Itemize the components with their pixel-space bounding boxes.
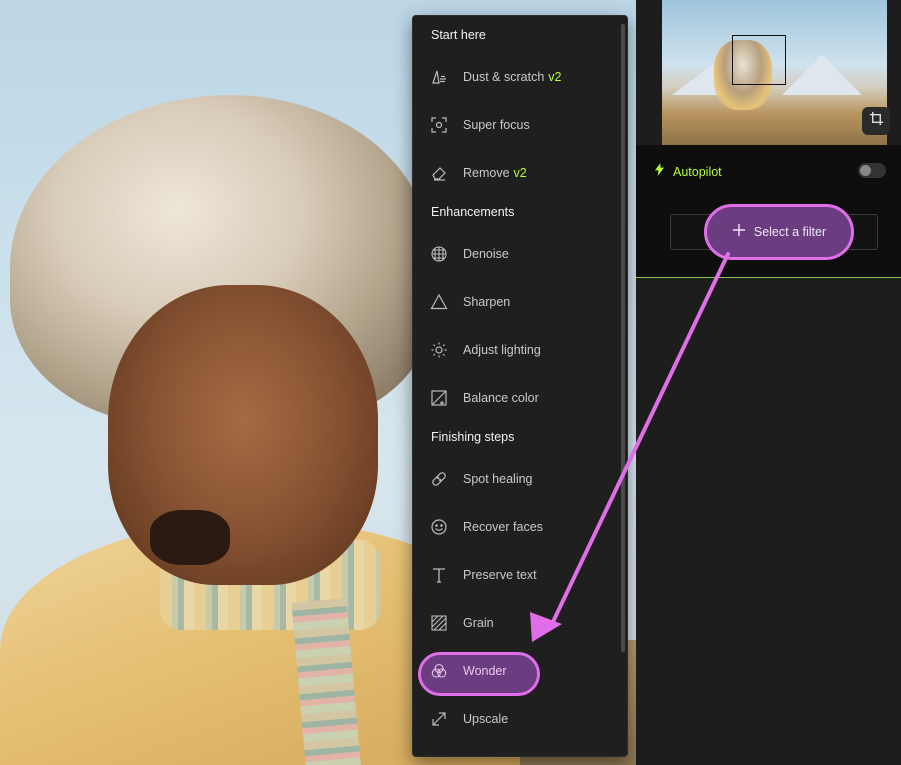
viewport-rectangle[interactable] bbox=[732, 35, 786, 85]
menu-item-wonder[interactable]: Wonder bbox=[413, 651, 619, 691]
section-start-here: Start here bbox=[431, 28, 486, 42]
select-filter-button[interactable]: Select a filter bbox=[704, 204, 854, 260]
text-t-icon bbox=[430, 566, 448, 584]
select-filter-label: Select a filter bbox=[753, 225, 827, 239]
menu-item-label: Remove bbox=[463, 166, 510, 180]
autopilot-label: Autopilot bbox=[673, 165, 722, 179]
smiley-icon bbox=[430, 518, 448, 536]
filter-panel: Autopilot Select a filter bbox=[636, 145, 901, 278]
version-badge: v2 bbox=[548, 70, 562, 84]
toggle-knob bbox=[860, 165, 871, 176]
thumb-mountain bbox=[782, 55, 862, 95]
focus-frame-icon bbox=[430, 116, 448, 134]
menu-item-label: Denoise bbox=[463, 247, 509, 261]
triangle-icon bbox=[430, 293, 448, 311]
dust-scratch-icon bbox=[430, 68, 448, 86]
menu-item-label: Balance color bbox=[463, 391, 539, 405]
right-panel: Autopilot Select a filter bbox=[636, 0, 901, 765]
sun-icon bbox=[430, 341, 448, 359]
menu-item-super-focus[interactable]: Super focus bbox=[413, 105, 619, 145]
menu-item-label: Dust & scratch bbox=[463, 70, 545, 84]
section-finishing-steps: Finishing steps bbox=[431, 430, 515, 444]
menu-item-label: Adjust lighting bbox=[463, 343, 541, 357]
menu-item-label: Recover faces bbox=[463, 520, 543, 534]
menu-item-grain[interactable]: Grain bbox=[413, 603, 619, 643]
menu-item-label: Wonder bbox=[463, 664, 507, 678]
menu-item-adjust-lighting[interactable]: Adjust lighting bbox=[413, 330, 619, 370]
menu-item-label: Sharpen bbox=[463, 295, 511, 309]
photo-beard bbox=[150, 510, 230, 565]
photo-face bbox=[108, 285, 378, 585]
hatched-square-icon bbox=[430, 614, 448, 632]
menu-item-denoise[interactable]: Denoise bbox=[413, 234, 619, 274]
image-thumbnail[interactable] bbox=[662, 0, 887, 145]
filter-menu: Start here Dust & scratch v2 Super focus… bbox=[412, 15, 628, 757]
menu-item-sharpen[interactable]: Sharpen bbox=[413, 282, 619, 322]
menu-item-label: Grain bbox=[463, 616, 494, 630]
three-circles-icon bbox=[430, 662, 448, 680]
menu-item-spot-healing[interactable]: Spot healing bbox=[413, 459, 619, 499]
menu-item-recover-faces[interactable]: Recover faces bbox=[413, 507, 619, 547]
menu-scrollbar[interactable] bbox=[621, 24, 625, 652]
section-enhancements: Enhancements bbox=[431, 205, 515, 219]
eraser-icon bbox=[430, 164, 448, 182]
crop-button[interactable] bbox=[862, 107, 890, 135]
menu-item-balance-color[interactable]: Balance color bbox=[413, 378, 619, 418]
version-badge: v2 bbox=[513, 166, 527, 180]
menu-item-label: Upscale bbox=[463, 712, 509, 726]
menu-item-label: Spot healing bbox=[463, 472, 533, 486]
menu-item-dust-scratch[interactable]: Dust & scratch v2 bbox=[413, 57, 619, 97]
menu-item-upscale[interactable]: Upscale bbox=[413, 699, 619, 739]
menu-item-preserve-text[interactable]: Preserve text bbox=[413, 555, 619, 595]
menu-item-label: Preserve text bbox=[463, 568, 537, 582]
menu-item-label: Super focus bbox=[463, 118, 530, 132]
plus-icon bbox=[732, 223, 746, 242]
autopilot-toggle[interactable] bbox=[858, 163, 886, 178]
lightning-icon bbox=[654, 163, 665, 181]
crop-icon bbox=[868, 110, 885, 132]
balance-square-icon bbox=[430, 389, 448, 407]
menu-item-remove[interactable]: Remove v2 bbox=[413, 153, 619, 193]
grid-circle-icon bbox=[430, 245, 448, 263]
autopilot-row: Autopilot bbox=[654, 163, 722, 181]
diagonal-arrows-icon bbox=[430, 710, 448, 728]
bandage-icon bbox=[430, 470, 448, 488]
